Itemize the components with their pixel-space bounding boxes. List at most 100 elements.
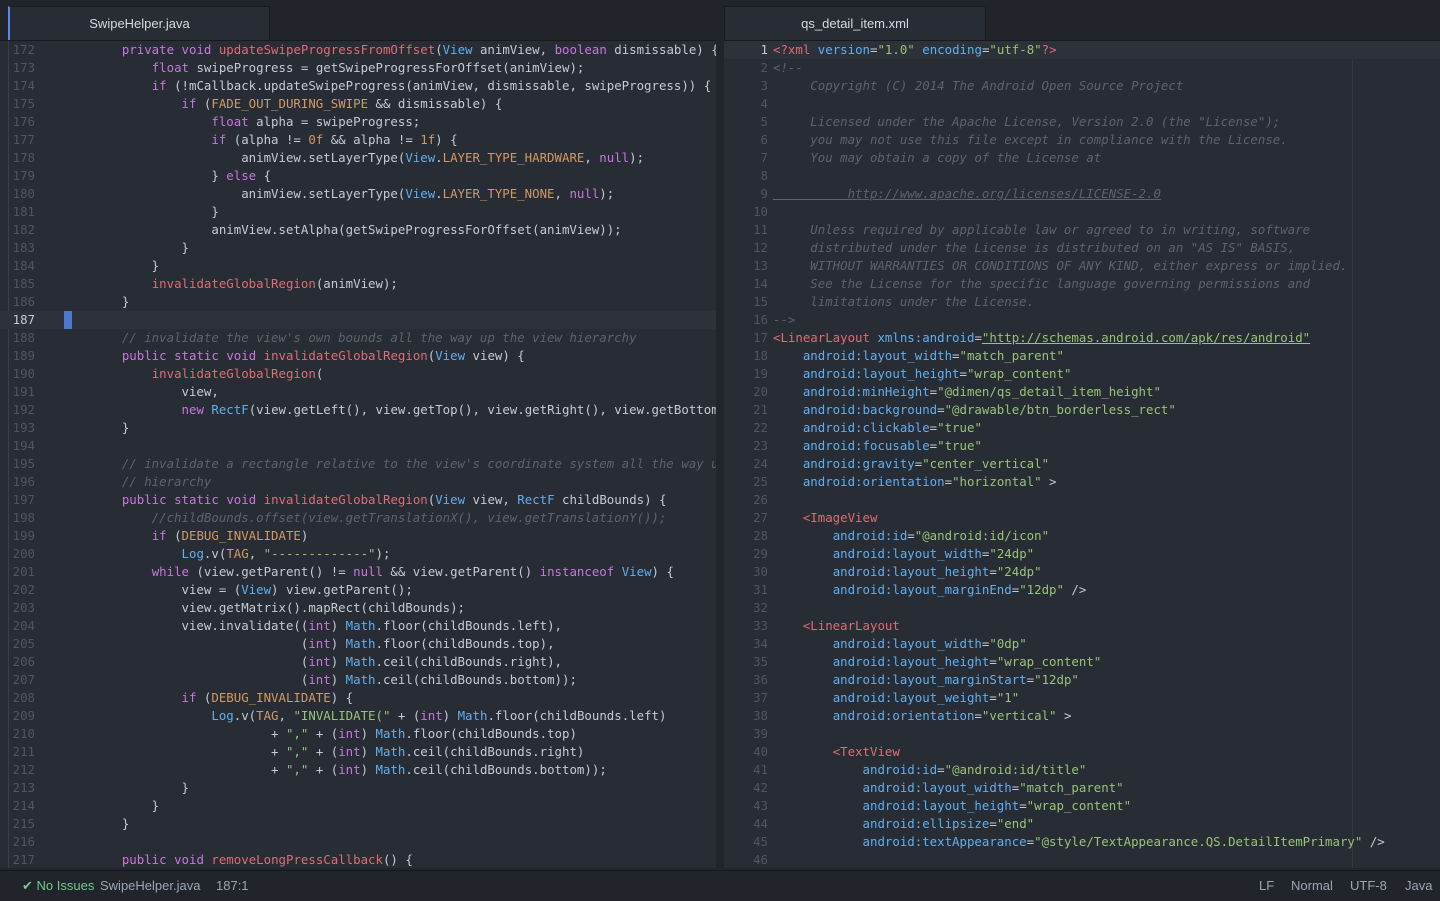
line-number[interactable]: 181 <box>0 203 35 221</box>
line-number[interactable]: 194 <box>0 437 35 455</box>
line-number[interactable]: 20 <box>724 383 768 401</box>
line-number[interactable]: 208 <box>0 689 35 707</box>
line-number[interactable]: 206 <box>0 653 35 671</box>
code-line[interactable]: 198 //childBounds.offset(view.getTransla… <box>0 509 716 527</box>
line-number[interactable]: 28 <box>724 527 768 545</box>
code-line[interactable]: 190 invalidateGlobalRegion( <box>0 365 716 383</box>
line-number[interactable]: 210 <box>0 725 35 743</box>
code-line[interactable]: 205 (int) Math.floor(childBounds.top), <box>0 635 716 653</box>
line-number[interactable]: 201 <box>0 563 35 581</box>
code-line[interactable]: 204 view.invalidate((int) Math.floor(chi… <box>0 617 716 635</box>
cursor-position[interactable]: 187:1 <box>216 878 249 893</box>
code-line[interactable]: 14 See the License for the specific lang… <box>724 275 1440 293</box>
code-line[interactable]: 176 float alpha = swipeProgress; <box>0 113 716 131</box>
line-number[interactable]: 35 <box>724 653 768 671</box>
line-number[interactable]: 38 <box>724 707 768 725</box>
line-number[interactable]: 193 <box>0 419 35 437</box>
code-line[interactable]: 194 <box>0 437 716 455</box>
line-number[interactable]: 41 <box>724 761 768 779</box>
code-line[interactable]: 30 android:layout_height="24dp" <box>724 563 1440 581</box>
line-number[interactable]: 207 <box>0 671 35 689</box>
code-line[interactable]: 179 } else { <box>0 167 716 185</box>
line-number[interactable]: 37 <box>724 689 768 707</box>
line-number[interactable]: 19 <box>724 365 768 383</box>
code-line[interactable]: 183 } <box>0 239 716 257</box>
code-line[interactable]: 29 android:layout_width="24dp" <box>724 545 1440 563</box>
code-line[interactable]: 31 android:layout_marginEnd="12dp" /> <box>724 581 1440 599</box>
code-line[interactable]: 200 Log.v(TAG, "-------------"); <box>0 545 716 563</box>
line-number[interactable]: 25 <box>724 473 768 491</box>
code-line[interactable]: 34 android:layout_width="0dp" <box>724 635 1440 653</box>
line-number[interactable]: 23 <box>724 437 768 455</box>
line-number[interactable]: 213 <box>0 779 35 797</box>
code-line[interactable]: 7 You may obtain a copy of the License a… <box>724 149 1440 167</box>
line-number[interactable]: 196 <box>0 473 35 491</box>
code-line[interactable]: 196 // hierarchy <box>0 473 716 491</box>
code-line[interactable]: 208 if (DEBUG_INVALIDATE) { <box>0 689 716 707</box>
line-number[interactable]: 44 <box>724 815 768 833</box>
line-number[interactable]: 198 <box>0 509 35 527</box>
code-line[interactable]: 27 <ImageView <box>724 509 1440 527</box>
line-number[interactable]: 180 <box>0 185 35 203</box>
code-line[interactable]: 41 android:id="@android:id/title" <box>724 761 1440 779</box>
line-number[interactable]: 46 <box>724 851 768 868</box>
code-line[interactable]: 25 android:orientation="horizontal" > <box>724 473 1440 491</box>
code-line[interactable]: 193 } <box>0 419 716 437</box>
code-line[interactable]: 2 <!-- <box>724 59 1440 77</box>
code-line[interactable]: 173 float swipeProgress = getSwipeProgre… <box>0 59 716 77</box>
line-number[interactable]: 26 <box>724 491 768 509</box>
code-line[interactable]: 24 android:gravity="center_vertical" <box>724 455 1440 473</box>
code-line[interactable]: 191 view, <box>0 383 716 401</box>
code-line[interactable]: 23 android:focusable="true" <box>724 437 1440 455</box>
code-line[interactable]: 186 } <box>0 293 716 311</box>
line-number[interactable]: 212 <box>0 761 35 779</box>
line-number[interactable]: 178 <box>0 149 35 167</box>
line-number[interactable]: 42 <box>724 779 768 797</box>
line-number[interactable]: 7 <box>724 149 768 167</box>
line-number[interactable]: 211 <box>0 743 35 761</box>
code-line[interactable]: 172 private void updateSwipeProgressFrom… <box>0 41 716 59</box>
line-number[interactable]: 202 <box>0 581 35 599</box>
code-line[interactable]: 185 invalidateGlobalRegion(animView); <box>0 275 716 293</box>
line-number[interactable]: 33 <box>724 617 768 635</box>
line-number[interactable]: 15 <box>724 293 768 311</box>
code-line[interactable]: 33 <LinearLayout <box>724 617 1440 635</box>
code-line[interactable]: 5 Licensed under the Apache License, Ver… <box>724 113 1440 131</box>
code-line[interactable]: 3 Copyright (C) 2014 The Android Open So… <box>724 77 1440 95</box>
code-line[interactable]: 38 android:orientation="vertical" > <box>724 707 1440 725</box>
line-number[interactable]: 189 <box>0 347 35 365</box>
code-line[interactable]: 209 Log.v(TAG, "INVALIDATE(" + (int) Mat… <box>0 707 716 725</box>
line-number[interactable]: 36 <box>724 671 768 689</box>
code-line[interactable]: 187 <box>0 311 716 329</box>
line-number[interactable]: 173 <box>0 59 35 77</box>
code-line[interactable]: 35 android:layout_height="wrap_content" <box>724 653 1440 671</box>
code-line[interactable]: 19 android:layout_height="wrap_content" <box>724 365 1440 383</box>
code-line[interactable]: 178 animView.setLayerType(View.LAYER_TYP… <box>0 149 716 167</box>
code-line[interactable]: 182 animView.setAlpha(getSwipeProgressFo… <box>0 221 716 239</box>
code-line[interactable]: 1 <?xml version="1.0" encoding="utf-8"?> <box>724 41 1440 59</box>
line-number[interactable]: 45 <box>724 833 768 851</box>
line-number[interactable]: 214 <box>0 797 35 815</box>
line-number[interactable]: 24 <box>724 455 768 473</box>
code-line[interactable]: 16 --> <box>724 311 1440 329</box>
code-line[interactable]: 177 if (alpha != 0f && alpha != 1f) { <box>0 131 716 149</box>
line-number[interactable]: 197 <box>0 491 35 509</box>
code-line[interactable]: 203 view.getMatrix().mapRect(childBounds… <box>0 599 716 617</box>
line-number[interactable]: 11 <box>724 221 768 239</box>
status-file-name[interactable]: SwipeHelper.java <box>100 878 200 893</box>
code-line[interactable]: 181 } <box>0 203 716 221</box>
code-line[interactable]: 21 android:background="@drawable/btn_bor… <box>724 401 1440 419</box>
line-number[interactable]: 185 <box>0 275 35 293</box>
line-number[interactable]: 12 <box>724 239 768 257</box>
code-line[interactable]: 184 } <box>0 257 716 275</box>
code-line[interactable]: 42 android:layout_width="match_parent" <box>724 779 1440 797</box>
line-number[interactable]: 16 <box>724 311 768 329</box>
code-line[interactable]: 214 } <box>0 797 716 815</box>
line-number[interactable]: 184 <box>0 257 35 275</box>
line-number[interactable]: 186 <box>0 293 35 311</box>
code-line[interactable]: 189 public static void invalidateGlobalR… <box>0 347 716 365</box>
line-number[interactable]: 29 <box>724 545 768 563</box>
code-line[interactable]: 45 android:textAppearance="@style/TextAp… <box>724 833 1440 851</box>
line-number[interactable]: 31 <box>724 581 768 599</box>
no-issues-indicator[interactable]: ✔ No Issues <box>22 878 94 894</box>
